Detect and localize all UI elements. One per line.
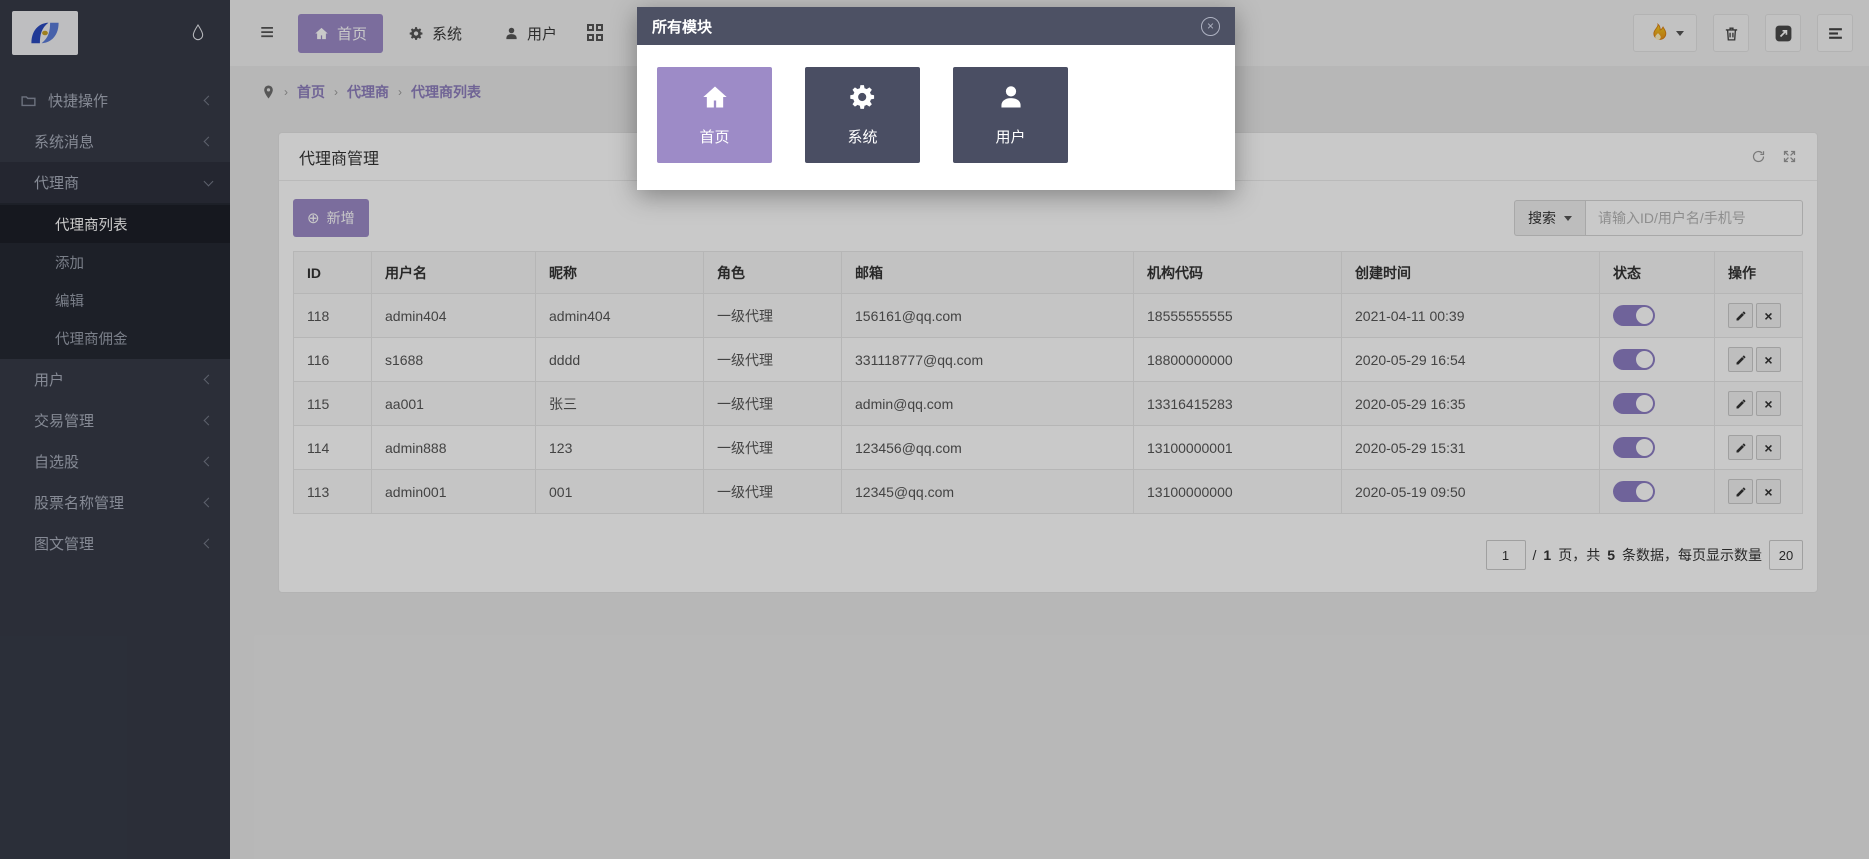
home-icon <box>701 83 729 111</box>
app-root: 快捷操作 系统消息 代理商 代理商列表 添加 <box>0 0 1869 859</box>
module-tile-home[interactable]: 首页 <box>657 67 772 163</box>
module-tile-label: 用户 <box>995 126 1025 147</box>
module-tile-users[interactable]: 用户 <box>953 67 1068 163</box>
close-icon[interactable] <box>1201 17 1220 36</box>
modal-body: 首页 系统 用户 <box>637 45 1235 190</box>
gear-icon <box>849 83 877 111</box>
modal-title: 所有模块 <box>652 16 712 37</box>
module-tile-label: 系统 <box>847 126 877 147</box>
user-icon <box>997 83 1025 111</box>
module-tile-system[interactable]: 系统 <box>805 67 920 163</box>
all-modules-modal: 所有模块 首页 系统 用户 <box>637 7 1235 190</box>
modal-header: 所有模块 <box>637 7 1235 45</box>
module-tile-label: 首页 <box>699 126 729 147</box>
